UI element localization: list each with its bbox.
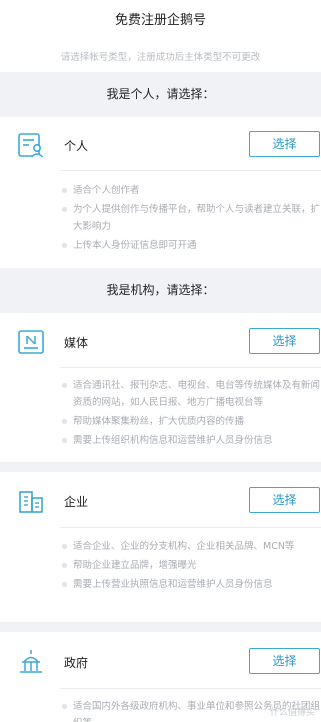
watermark: 什么值得买 (269, 708, 315, 718)
divider (60, 688, 321, 689)
list-item: 需要上传组织机构信息和运营维护人员身份信息 (60, 432, 321, 449)
divider (60, 367, 321, 368)
card-title: 个人 (64, 139, 89, 153)
select-enterprise-button[interactable]: 选择 (249, 487, 320, 513)
list-item: 帮助企业建立品牌，增强曝光 (60, 557, 321, 574)
account-type-notice: 请选择帐号类型，注册成功后主体类型不可更改 (60, 52, 261, 63)
select-personal-button[interactable]: 选择 (249, 131, 320, 157)
list-item: 适合通讯社、报刊杂志、电视台、电台等传统媒体及有新闻资质的网站，如人民日报、地方… (60, 377, 321, 411)
list-item: 适合企业、企业的分支机构、企业相关品牌、MCN等 (60, 538, 321, 555)
newspaper-icon (16, 327, 46, 357)
select-government-button[interactable]: 选择 (249, 648, 320, 674)
divider (60, 170, 321, 171)
card-title: 媒体 (64, 336, 89, 350)
building-icon (16, 486, 46, 516)
card-title: 政府 (64, 656, 89, 670)
list-item: 适合个人创作者 (60, 182, 321, 199)
person-card-icon (16, 130, 46, 160)
card-government: 政府 选择 (0, 642, 321, 682)
personal-description: 适合个人创作者 为个人提供创作与传播平台，帮助个人与读者建立关联，扩大影响力 上… (60, 182, 321, 256)
media-description: 适合通讯社、报刊杂志、电视台、电台等传统媒体及有新闻资质的网站，如人民日报、地方… (60, 377, 321, 451)
section-heading-personal: 我是个人，请选择： (0, 72, 321, 117)
select-media-button[interactable]: 选择 (249, 328, 320, 354)
list-item: 上传本人身份证信息即可开通 (60, 237, 321, 254)
card-media: 媒体 选择 (0, 322, 321, 362)
list-item: 为个人提供创作与传播平台，帮助个人与读者建立关联，扩大影响力 (60, 201, 321, 235)
section-gap (0, 462, 321, 472)
card-title: 企业 (64, 495, 89, 509)
list-item: 需要上传营业执照信息和运营维护人员身份信息 (60, 576, 321, 593)
list-item: 帮助媒体聚集粉丝，扩大优质内容的传播 (60, 413, 321, 430)
government-building-icon (16, 647, 46, 677)
section-heading-organization: 我是机构，请选择： (0, 268, 321, 313)
card-personal: 个人 选择 (0, 125, 321, 165)
page-title: 免费注册企鹅号 (0, 0, 321, 42)
divider (60, 527, 321, 528)
card-enterprise: 企业 选择 (0, 481, 321, 521)
enterprise-description: 适合企业、企业的分支机构、企业相关品牌、MCN等 帮助企业建立品牌，增强曝光 需… (60, 538, 321, 595)
section-gap (0, 622, 321, 632)
